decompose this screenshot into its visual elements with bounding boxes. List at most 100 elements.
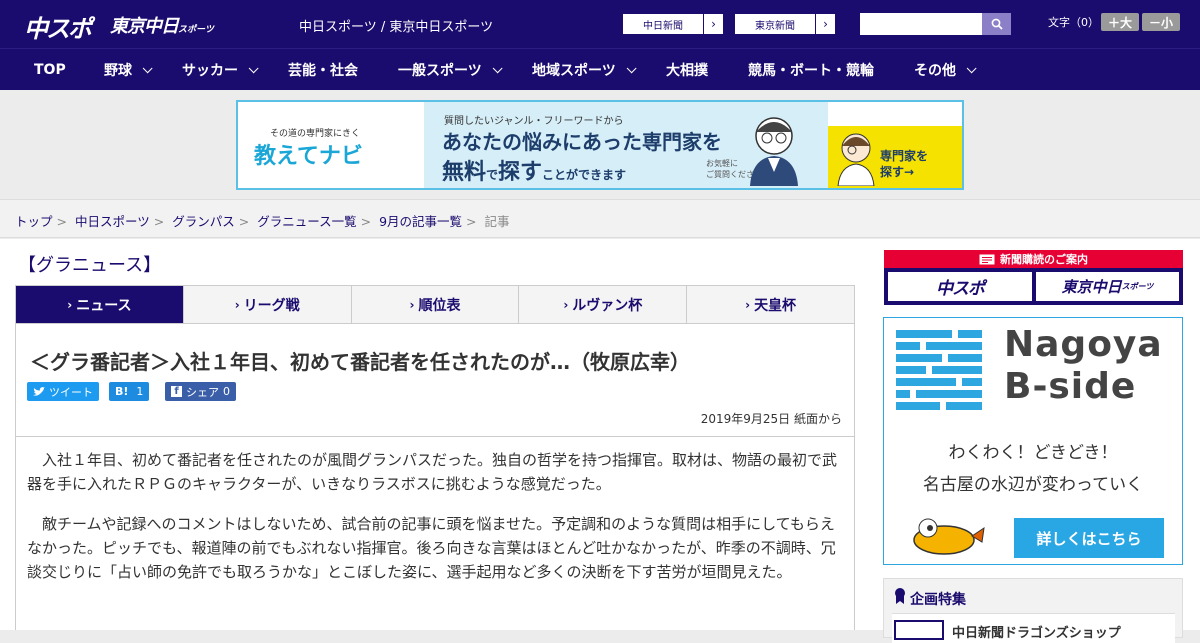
- nav-item-top[interactable]: TOP: [34, 49, 66, 91]
- tab-standings[interactable]: › 順位表: [352, 286, 520, 323]
- chevron-down-icon: [248, 62, 259, 73]
- oshiete-navi-banner[interactable]: その道の専門家にきく 教えてナビ 質問したいジャンル・フリーワードから あなたの…: [236, 100, 964, 190]
- tokyo-chunichi-subscribe-logo[interactable]: 東京中日 スポーツ: [1036, 272, 1179, 301]
- nav-item-racing[interactable]: 競馬・ボート・競輪: [748, 49, 874, 91]
- nav-item-soccer[interactable]: サッカー: [182, 49, 259, 91]
- special-features: 企画特集 中日新聞ドラゴンズショップ: [883, 578, 1183, 643]
- breadcrumb: トップ > 中日スポーツ > グランパス > グラニュース一覧 > 9月の記事一覧 > 記…: [0, 200, 1200, 238]
- tab-news[interactable]: › ニュース: [16, 286, 184, 323]
- breadcrumb-separator: >: [56, 214, 67, 229]
- nagoya-details-button[interactable]: 詳しくはこちら: [1014, 518, 1164, 558]
- facebook-share-count: 0: [223, 385, 230, 398]
- tokyo-shimbun-link[interactable]: 東京新聞 ›: [734, 13, 836, 35]
- breadcrumb-current: 記事: [484, 214, 510, 229]
- nav-label: サッカー: [182, 63, 238, 79]
- chevron-down-icon: [492, 62, 503, 73]
- main-nav: TOP 野球 サッカー 芸能・社会 一般スポーツ 地域スポーツ 大相撲 競馬・ボ…: [0, 48, 1200, 90]
- breadcrumb-separator: >: [153, 214, 165, 229]
- chevron-right-icon: ›: [563, 297, 569, 312]
- breadcrumb-gra-news-list[interactable]: グラニュース一覧: [257, 214, 356, 229]
- tab-emperors-cup[interactable]: › 天皇杯: [687, 286, 854, 323]
- user-illustration-icon: [837, 133, 875, 186]
- article: ＜グラ番記者＞入社１年目、初めて番記者を任されたのが…（牧原広幸） ツイート B…: [15, 324, 855, 630]
- tab-label: 天皇杯: [754, 297, 797, 314]
- special-feature-item[interactable]: 中日新聞ドラゴンズショップ: [892, 613, 1175, 643]
- banner-message-area: 質問したいジャンル・フリーワードから あなたの悩みにあった専門家を 無料で探すこ…: [424, 102, 828, 188]
- chunichi-shimbun-link[interactable]: 中日新聞 ›: [622, 13, 724, 35]
- nav-label: 大相撲: [666, 63, 708, 79]
- special-feature-label: 中日新聞ドラゴンズショップ: [952, 626, 1121, 641]
- subscription-heading: 新聞購読のご案内: [884, 250, 1183, 268]
- font-increase-button[interactable]: ＋大: [1101, 13, 1139, 31]
- chevron-right-icon: ›: [815, 14, 835, 34]
- search-input[interactable]: [860, 13, 984, 35]
- hatena-bookmark-button[interactable]: B! 1: [109, 382, 150, 401]
- brick-wall-icon: [896, 330, 982, 410]
- subscription-guide[interactable]: 新聞購読のご案内 中スポ 東京中日 スポーツ: [884, 250, 1183, 305]
- banner-line-3d: ことができます: [542, 168, 627, 182]
- tweet-button[interactable]: ツイート: [27, 382, 99, 401]
- breadcrumb-top[interactable]: トップ: [15, 214, 53, 229]
- banner-line-2: あなたの悩みにあった専門家を: [442, 130, 722, 154]
- chevron-right-icon: ›: [745, 297, 751, 312]
- publish-date: 2019年9月25日 紙面から: [700, 412, 842, 426]
- facebook-share-button[interactable]: f シェア 0: [165, 382, 236, 401]
- nav-item-sumo[interactable]: 大相撲: [666, 49, 708, 91]
- breadcrumb-separator: >: [238, 214, 250, 229]
- chevron-right-icon: ›: [703, 14, 723, 34]
- breadcrumb-chunichi-sports[interactable]: 中日スポーツ: [75, 214, 150, 229]
- banner-line-3b: で: [486, 168, 499, 182]
- tokyo-chunichi-logo[interactable]: 東京中日スポーツ: [110, 12, 214, 38]
- chevron-right-icon: ›: [234, 297, 240, 312]
- chuspo-subscribe-logo[interactable]: 中スポ: [888, 272, 1032, 301]
- breadcrumb-september-list[interactable]: 9月の記事一覧: [379, 214, 462, 229]
- banner-line-3a: 無料: [442, 160, 487, 185]
- main-content: 【グラニュース】 › ニュース › リーグ戦 › 順位表 › ルヴァン杯 › 天皇杯 ＜グ…: [0, 239, 1200, 643]
- nav-item-entertainment[interactable]: 芸能・社会: [288, 49, 358, 91]
- site-header: 中スポ 東京中日スポーツ 中日スポーツ / 東京中日スポーツ 中日新聞 › 東京…: [0, 0, 1200, 48]
- nagoya-ad-title: Nagoya B-side: [1004, 324, 1163, 408]
- chuspo-logo[interactable]: 中スポ: [24, 9, 92, 44]
- banner-line-3: 無料で探すことができます: [442, 154, 626, 186]
- font-decrease-button[interactable]: －小: [1142, 13, 1180, 31]
- ribbon-badge-icon: [895, 588, 905, 604]
- tab-league[interactable]: › リーグ戦: [184, 286, 352, 323]
- twitter-bird-icon: [33, 386, 45, 396]
- nav-label: 芸能・社会: [288, 63, 358, 79]
- tab-levain-cup[interactable]: › ルヴァン杯: [519, 286, 688, 323]
- nav-item-baseball[interactable]: 野球: [104, 49, 153, 91]
- search-button[interactable]: [982, 13, 1011, 35]
- nagoya-ad-subline-1: わくわく！どきどき！: [948, 443, 1118, 463]
- chevron-right-icon: ›: [409, 297, 415, 312]
- tokyo-logo-small: スポーツ: [178, 25, 214, 35]
- chevron-down-icon: [966, 62, 977, 73]
- article-paragraph: 入社１年目、初めて番記者を任されたのが風間グランパスだった。独自の哲学を持つ指揮…: [27, 451, 838, 493]
- nagoya-title-line-2: B-side: [1004, 366, 1137, 407]
- facebook-icon: f: [171, 386, 182, 397]
- nav-item-local-sports[interactable]: 地域スポーツ: [532, 49, 637, 91]
- nav-label: 野球: [104, 63, 132, 79]
- nav-item-others[interactable]: その他: [914, 49, 977, 91]
- search-icon: [991, 18, 1003, 30]
- breadcrumb-grampus[interactable]: グランパス: [172, 214, 235, 229]
- nagoya-b-side-ad[interactable]: Nagoya B-side わくわく！どきどき！ 名古屋の水辺が変わっていく 詳し…: [883, 317, 1183, 565]
- nav-label: 一般スポーツ: [398, 63, 482, 79]
- facebook-share-label: シェア: [186, 385, 219, 399]
- tab-label: ルヴァン杯: [572, 297, 643, 314]
- banner-cta-area[interactable]: 専門家を 探す→: [828, 126, 962, 188]
- tweet-label: ツイート: [49, 385, 93, 399]
- special-features-title: 企画特集: [910, 592, 966, 608]
- banner-line-3c: 探す: [498, 160, 543, 185]
- tab-label: 順位表: [418, 297, 461, 314]
- article-paragraph: 敵チームや記録へのコメントはしないため、試合前の記事に頭を悩ませた。予定調和のよ…: [27, 515, 836, 581]
- nav-item-general-sports[interactable]: 一般スポーツ: [398, 49, 503, 91]
- article-headline: ＜グラ番記者＞入社１年目、初めて番記者を任されたのが…（牧原広幸）: [30, 350, 690, 374]
- nagoya-ad-subline-2: 名古屋の水辺が変わっていく: [922, 475, 1144, 495]
- chevron-down-icon: [142, 62, 153, 73]
- paper-link-label: 中日新聞: [643, 20, 683, 32]
- subscribe-logo-text: 東京中日: [1061, 278, 1122, 296]
- site-name[interactable]: 中日スポーツ / 東京中日スポーツ: [299, 16, 493, 35]
- divider: [16, 436, 854, 437]
- newspaper-icon: [979, 254, 995, 264]
- paper-link-label: 東京新聞: [755, 20, 795, 32]
